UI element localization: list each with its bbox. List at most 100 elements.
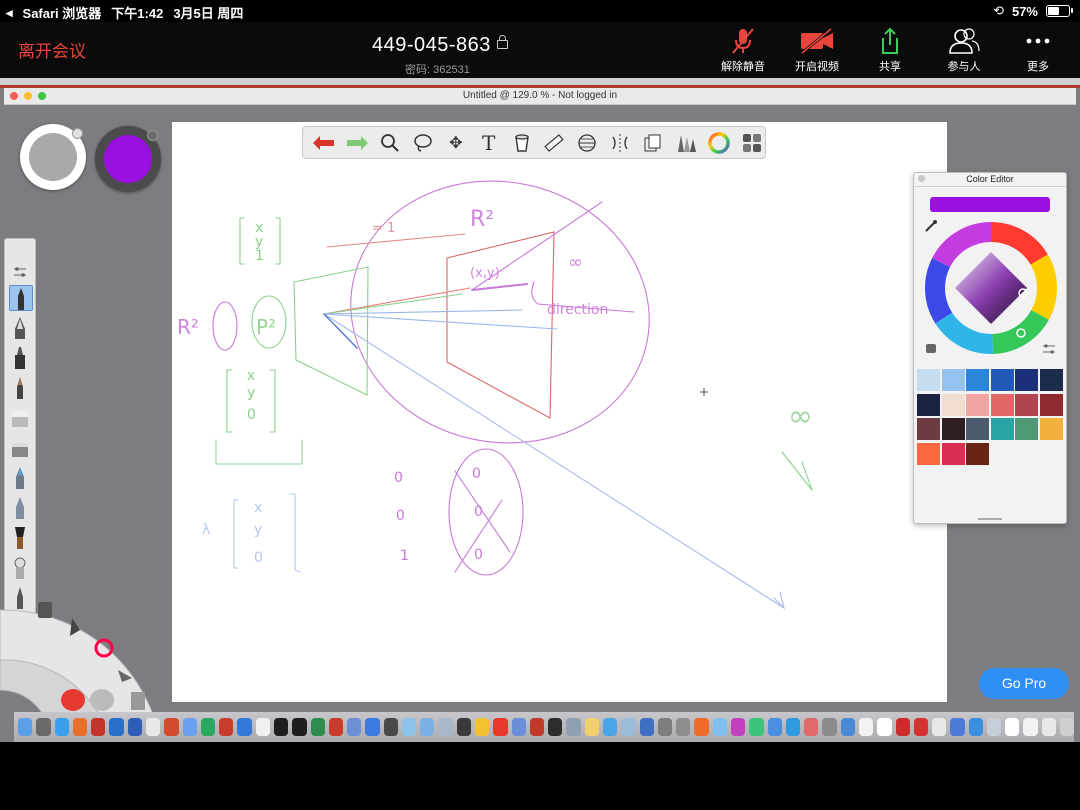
drawing-canvas[interactable]: R² R² P² = 1 (x,y) direction ∞ ∞ x y 1 x… [172, 122, 947, 702]
palette-settings-button[interactable] [9, 255, 31, 279]
dock-app-icon[interactable] [72, 718, 88, 736]
dock-app-icon[interactable] [145, 718, 161, 736]
color-wheel-tool[interactable] [705, 130, 732, 156]
color-swatch[interactable] [1015, 369, 1038, 391]
dock-app-icon[interactable] [237, 718, 252, 736]
color-swatch[interactable] [990, 393, 1014, 416]
dock-app-icon[interactable] [475, 718, 490, 736]
dock-app-icon[interactable] [676, 718, 691, 736]
color-swatch[interactable] [941, 442, 965, 465]
dock-app-icon[interactable] [840, 718, 855, 736]
dock-app-icon[interactable] [932, 718, 947, 736]
dock-app-icon[interactable] [200, 718, 216, 736]
brush-library-tool[interactable] [672, 130, 699, 156]
dock-app-icon[interactable] [986, 718, 1002, 736]
color-swatch[interactable] [917, 418, 940, 440]
dock-app-icon[interactable] [804, 718, 819, 736]
paintbrush-brush[interactable] [9, 525, 31, 549]
minimize-window-button[interactable] [24, 92, 32, 100]
start-video-button[interactable]: 开启视频 [787, 26, 847, 74]
close-window-button[interactable] [10, 92, 18, 100]
redo-button[interactable] [344, 130, 371, 156]
color-swatch[interactable] [917, 369, 940, 391]
status-app-name[interactable]: Safari 浏览器 [23, 3, 102, 22]
unmute-button[interactable]: 解除静音 [713, 26, 773, 74]
airbrush-brush[interactable] [9, 465, 31, 489]
color-swatch[interactable] [966, 369, 989, 391]
dock-app-icon[interactable] [456, 718, 472, 736]
dock-app-icon[interactable] [785, 718, 801, 736]
dock-app-icon[interactable] [91, 718, 106, 736]
zoom-tool[interactable] [377, 130, 404, 156]
dock-app-icon[interactable] [584, 718, 599, 736]
pen-brush[interactable] [9, 375, 31, 399]
layer-tool[interactable] [640, 130, 667, 156]
dock-app-icon[interactable] [1060, 718, 1075, 736]
dock-app-icon[interactable] [109, 718, 124, 736]
secondary-color-puck[interactable] [20, 124, 86, 190]
color-swatch[interactable] [1015, 418, 1038, 440]
go-pro-button[interactable]: Go Pro [979, 668, 1069, 699]
dock-app-icon[interactable] [127, 718, 142, 736]
color-swatch[interactable] [941, 393, 965, 416]
panel-close-button[interactable] [918, 175, 925, 182]
dock-app-icon[interactable] [310, 718, 325, 736]
dock-app-icon[interactable] [639, 718, 654, 736]
dock-app-icon[interactable] [749, 718, 764, 736]
ink-pen-brush[interactable] [9, 315, 31, 339]
dock-app-icon[interactable] [401, 718, 417, 736]
dock-app-icon[interactable] [18, 718, 33, 736]
puck-settings-dot[interactable] [72, 128, 83, 139]
color-swatch[interactable] [990, 369, 1014, 391]
smudge-brush[interactable] [9, 555, 31, 579]
color-wheel[interactable] [924, 221, 1058, 355]
more-button[interactable]: 更多 [1008, 26, 1068, 74]
symmetry-tool[interactable] [607, 130, 634, 156]
color-swatch[interactable] [966, 418, 989, 440]
dock-app-icon[interactable] [164, 718, 179, 736]
zoom-window-button[interactable] [38, 92, 46, 100]
dock-app-icon[interactable] [1005, 718, 1020, 736]
dock-app-icon[interactable] [621, 718, 636, 736]
color-swatch[interactable] [941, 418, 965, 440]
ellipse-tool[interactable] [574, 130, 601, 156]
color-swatch[interactable] [1015, 393, 1038, 416]
brush-color-puck[interactable] [95, 126, 161, 192]
dock-app-icon[interactable] [420, 718, 435, 736]
panel-resize-handle[interactable] [978, 518, 1002, 520]
dock-app-icon[interactable] [328, 718, 344, 736]
dock-app-icon[interactable] [347, 718, 362, 736]
dock-app-icon[interactable] [657, 718, 673, 736]
dock-app-icon[interactable] [767, 718, 782, 736]
dock-app-icon[interactable] [968, 718, 983, 736]
dock-app-icon[interactable] [1023, 718, 1038, 736]
lasso-tool[interactable] [410, 130, 437, 156]
dock-app-icon[interactable] [365, 718, 380, 736]
dock-app-icon[interactable] [493, 718, 508, 736]
color-swatch[interactable] [966, 442, 989, 465]
color-mixer-icon[interactable] [924, 341, 938, 355]
dock-app-icon[interactable] [292, 718, 307, 736]
color-swatch[interactable] [1039, 369, 1063, 391]
move-tool[interactable]: ✥ [442, 130, 469, 156]
dock-app-icon[interactable] [913, 718, 929, 736]
participants-button[interactable]: 参与人 [934, 26, 994, 74]
ruler-tool[interactable] [541, 130, 568, 156]
dock-app-icon[interactable] [1041, 718, 1057, 736]
chisel-brush[interactable] [9, 495, 31, 519]
dock-app-icon[interactable] [529, 718, 545, 736]
soft-eraser-brush[interactable] [9, 435, 31, 459]
dock-app-icon[interactable] [877, 718, 892, 736]
marker-brush[interactable] [9, 345, 31, 369]
dock-app-icon[interactable] [36, 718, 51, 736]
dock-app-icon[interactable] [273, 718, 289, 736]
color-swatch[interactable] [1039, 418, 1063, 440]
dock-app-icon[interactable] [694, 718, 709, 736]
dock-app-icon[interactable] [895, 718, 910, 736]
dock-app-icon[interactable] [822, 718, 837, 736]
dock-app-icon[interactable] [438, 718, 453, 736]
text-tool[interactable]: T [475, 130, 502, 156]
dock-app-icon[interactable] [858, 718, 874, 736]
back-chevron-icon[interactable]: ◂ [6, 5, 13, 21]
leave-meeting-button[interactable]: 离开会议 [18, 37, 86, 62]
